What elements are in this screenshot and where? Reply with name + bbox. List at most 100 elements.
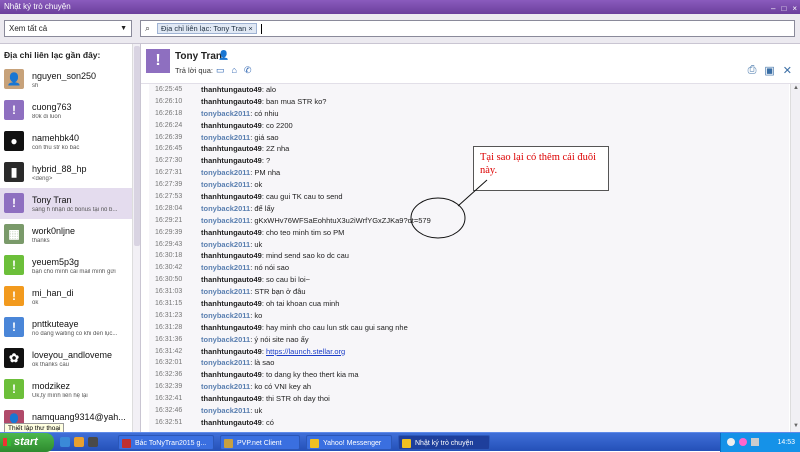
toolbar: Xem tất cả ▼ ⌕ Địa chỉ liên lạc: Tony Tr… [0, 14, 800, 44]
tray-network-icon[interactable] [727, 438, 735, 446]
message-row: 16:31:03 tonyback2011: STR bạn ở đâu [155, 287, 306, 297]
scroll-down-arrow-icon[interactable]: ▼ [792, 423, 800, 431]
system-tray: 14:53 [720, 433, 800, 452]
message-row: 16:30:50 thanhtungauto49: so cau bi loi~ [155, 275, 310, 285]
contact-item[interactable]: ! mi_han_di ok [0, 281, 140, 312]
contact-item[interactable]: ! yeuem5p3g bạn cho mình cái mail mình gửi [0, 250, 140, 281]
message-text: giá sao [254, 132, 279, 142]
contact-name: mi_han_di [32, 288, 74, 298]
taskbar-button[interactable]: Nhật ký trò chuyện [398, 435, 490, 450]
message-row: 16:25:45 thanhtungauto49: alo [155, 85, 277, 94]
message-time: 16:26:39 [155, 133, 183, 141]
tray-volume-icon[interactable] [751, 438, 759, 446]
taskbar-button[interactable]: Bác ToNyTran2015 g... [118, 435, 214, 450]
start-button[interactable]: start [0, 433, 54, 452]
contact-name: cuong763 [32, 102, 72, 112]
message-sender: thanhtungauto49 [201, 96, 262, 106]
message-row: 16:29:39 thanhtungauto49: cho teo minh ti… [155, 227, 345, 237]
taskbar-button[interactable]: Yahoo! Messenger [306, 435, 392, 450]
taskbar: start Bác ToNyTran2015 g... PVP.net Clien… [0, 432, 800, 452]
contact-avatar-icon: ! [4, 255, 24, 275]
task-label: Yahoo! Messenger [323, 440, 382, 447]
contact-item[interactable]: ● namehbk40 con thu str ko bac [0, 126, 140, 157]
contact-item[interactable]: ! modzikez Uk,tý mình liên hệ lại [0, 374, 140, 405]
message-text: thi STR oh day thoi [266, 394, 330, 404]
contact-name: namehbk40 [32, 133, 80, 143]
contact-filter-chip[interactable]: Địa chỉ liên lạc: Tony Tran × [157, 23, 257, 34]
message-time: 16:31:03 [155, 288, 183, 296]
contact-item[interactable]: 👤 nguyen_son250 sh [0, 64, 140, 95]
message-text: so cau bi loi~ [266, 275, 310, 285]
contact-item[interactable]: ! pnttkuteaye no dang waiting co khi den l… [0, 312, 140, 343]
message-time: 16:32:41 [155, 395, 183, 403]
message-time: 16:32:51 [155, 418, 183, 426]
message-reply-icon[interactable]: ▭ [216, 65, 225, 76]
print-icon[interactable]: ⎙ [748, 64, 757, 77]
message-time: 16:31:42 [155, 347, 183, 355]
contact-name: work0nljne [32, 226, 76, 236]
quicklaunch-folder-icon[interactable] [74, 437, 84, 447]
message-row: 16:26:39 tonyback2011: giá sao [155, 132, 279, 142]
message-text: cho teo minh tim so PM [266, 227, 345, 237]
reply-via-label: Trả lời qua: [175, 66, 213, 75]
contact-name: hybrid_88_hp [32, 164, 87, 174]
contact-item[interactable]: ✿ loveyou_andloveme ok thanks cau [0, 343, 140, 374]
recent-contacts-panel: Địa chỉ liên lạc gần đây: 👤 nguyen_son250… [0, 44, 141, 432]
message-time: 16:27:39 [155, 181, 183, 189]
contact-item[interactable]: ! cuong763 80k di luon [0, 95, 140, 126]
message-link[interactable]: https://launch.stellar.org [266, 347, 345, 356]
contact-item[interactable]: ! Tony Tran sáng h nhận dc bonus tại nô b.… [0, 188, 140, 219]
view-filter-select[interactable]: Xem tất cả ▼ [4, 20, 132, 37]
message-row: 16:31:23 tonyback2011: ko [155, 310, 263, 320]
message-sender: tonyback2011 [201, 180, 251, 190]
message-time: 16:32:01 [155, 359, 183, 367]
message-time: 16:31:36 [155, 335, 183, 343]
sidebar-scrollbar[interactable] [132, 44, 140, 432]
mobile-reply-icon[interactable]: ✆ [244, 65, 252, 76]
message-text: co 2200 [266, 120, 293, 130]
chevron-down-icon: ▼ [120, 25, 127, 32]
contact-last-message: ok thanks cau [32, 362, 70, 368]
message-row: 16:26:18 tonyback2011: có nhiu [155, 108, 279, 118]
delete-icon[interactable]: ✕ [783, 64, 792, 77]
message-time: 16:32:46 [155, 407, 183, 415]
task-app-icon [402, 439, 411, 448]
message-time: 16:28:04 [155, 204, 183, 212]
message-log-scrollbar[interactable]: ▲ ▼ [790, 84, 800, 432]
message-row: 16:27:39 tonyback2011: ok [155, 180, 263, 190]
message-time: 16:26:24 [155, 121, 183, 129]
scroll-up-arrow-icon[interactable]: ▲ [792, 85, 800, 93]
message-row: 16:27:31 tonyback2011: PM nha [155, 168, 281, 178]
save-icon[interactable]: ▣ [764, 64, 774, 77]
message-sender: thanhtungauto49 [201, 144, 262, 154]
message-text: oh tai khoan cua minh [266, 299, 340, 309]
taskbar-button[interactable]: PVP.net Client [220, 435, 300, 450]
task-label: Nhật ký trò chuyện [415, 440, 474, 447]
message-sender: tonyback2011 [201, 382, 251, 392]
contact-item[interactable]: ▮ hybrid_88_hp <deng> [0, 157, 140, 188]
contact-last-message: thanks [32, 238, 50, 244]
home-icon[interactable]: ⌂ [232, 65, 237, 76]
contact-avatar-icon: ▮ [4, 162, 24, 182]
message-time: 16:31:28 [155, 323, 183, 331]
message-time: 16:26:10 [155, 97, 183, 105]
message-sender: tonyback2011 [201, 168, 251, 178]
contact-item[interactable]: ▦ work0nljne thanks [0, 219, 140, 250]
message-row: 16:29:43 tonyback2011: uk [155, 239, 263, 249]
quicklaunch-ie-icon[interactable] [60, 437, 70, 447]
contact-last-message: ok [32, 300, 39, 306]
sidebar-scroll-thumb[interactable] [134, 46, 140, 246]
contact-avatar-icon: ✿ [4, 348, 24, 368]
chip-close-icon[interactable]: × [248, 24, 252, 33]
tray-messenger-icon[interactable] [739, 438, 747, 446]
contact-last-message: con thu str ko bac [32, 145, 80, 151]
message-row: 16:27:53 thanhtungauto49: cau gui TK cau … [155, 192, 343, 202]
contact-last-message: sáng h nhận dc bonus tại nô b... [32, 207, 118, 213]
message-time: 16:29:39 [155, 228, 183, 236]
search-input[interactable]: ⌕ Địa chỉ liên lạc: Tony Tran × [140, 20, 795, 37]
contact-name: modzikez [32, 381, 71, 391]
quicklaunch-media-icon[interactable] [88, 437, 98, 447]
message-text: uk [254, 239, 263, 249]
message-row: 16:32:51 thanhtungauto49: có [155, 417, 274, 427]
message-row: 16:31:42 thanhtungauto49: https://launch.… [155, 346, 346, 356]
